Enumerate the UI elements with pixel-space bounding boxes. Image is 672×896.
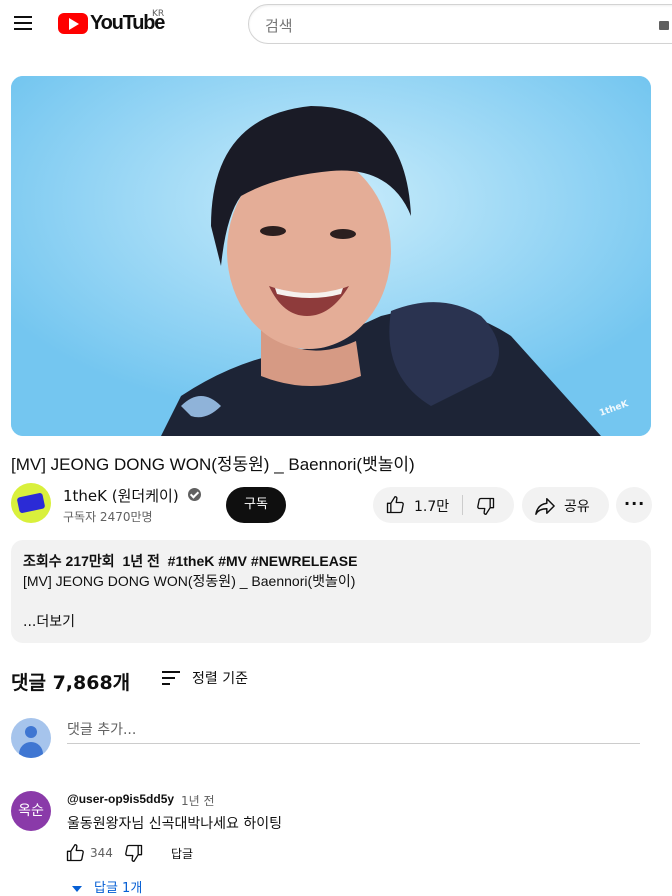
youtube-logo[interactable]: YouTube [58, 11, 165, 35]
search-input[interactable]: 검색 [265, 15, 293, 36]
region-code: KR [152, 9, 165, 19]
channel-logo-mark [16, 492, 46, 514]
share-label: 공유 [564, 499, 590, 515]
show-more-link[interactable]: ...더보기 [23, 611, 75, 631]
comment-like-count: 344 [90, 846, 113, 860]
add-comment-underline [67, 743, 640, 744]
channel-name[interactable]: 1theK (원더케이) [63, 485, 179, 506]
comment-dislike-icon[interactable] [124, 843, 144, 863]
hashtags[interactable]: #1theK #MV #NEWRELEASE [168, 553, 358, 569]
sort-button[interactable]: 정렬 기준 [192, 668, 248, 688]
comment-text: 울동원왕자님 신곡대박나세요 하이팅 [67, 816, 282, 832]
more-actions-button[interactable]: ··· [616, 487, 652, 523]
view-replies-button[interactable]: 답글 1개 [72, 877, 142, 896]
verified-icon [188, 488, 201, 501]
add-comment-input[interactable]: 댓글 추가... [67, 719, 136, 739]
share-icon [535, 498, 555, 515]
sort-icon[interactable] [162, 671, 180, 685]
more-icon: ··· [624, 494, 646, 513]
thumbs-up-icon[interactable] [385, 495, 405, 515]
comment-like-icon[interactable] [65, 843, 85, 863]
like-count: 1.7만 [414, 499, 450, 515]
keyboard-icon[interactable] [659, 21, 669, 30]
share-button[interactable]: 공유 [522, 487, 609, 523]
replies-label: 답글 1개 [94, 881, 143, 896]
view-count: 조회수 217만회 [23, 553, 115, 569]
user-avatar [11, 718, 51, 758]
play-logo-icon [58, 12, 88, 34]
chevron-down-icon [72, 885, 82, 892]
comment-author[interactable]: @user-op9is5dd5y [67, 792, 174, 806]
like-divider [462, 495, 463, 515]
subscriber-count: 구독자 2470만명 [63, 510, 153, 524]
top-bar: YouTube KR 검색 [0, 0, 672, 48]
channel-avatar[interactable] [11, 483, 51, 523]
comments-count: 댓글 7,868개 [11, 672, 131, 694]
description-box[interactable]: 조회수 217만회 1년 전 #1theK #MV #NEWRELEASE [M… [11, 540, 651, 643]
comment-time[interactable]: 1년 전 [181, 792, 215, 809]
avatar-body [19, 742, 43, 758]
upload-age: 1년 전 [122, 553, 160, 569]
video-title: [MV] JEONG DONG WON(정동원) _ Baennori(뱃놀이) [11, 455, 415, 474]
avatar-head [25, 726, 37, 738]
comment-avatar[interactable]: 옥순 [11, 791, 51, 831]
like-dislike-group: 1.7만 [373, 487, 514, 523]
video-player[interactable]: 1theK [11, 76, 651, 436]
comment-reply-button[interactable]: 답글 [171, 845, 193, 862]
thumbs-down-icon[interactable] [476, 496, 496, 516]
description-meta: 조회수 217만회 1년 전 #1theK #MV #NEWRELEASE [23, 551, 357, 571]
menu-icon[interactable] [10, 10, 36, 36]
subscribe-button[interactable]: 구독 [226, 487, 286, 523]
video-frame [11, 76, 651, 436]
search-box[interactable]: 검색 [248, 4, 672, 44]
description-text: [MV] JEONG DONG WON(정동원) _ Baennori(뱃놀이) [23, 573, 356, 589]
